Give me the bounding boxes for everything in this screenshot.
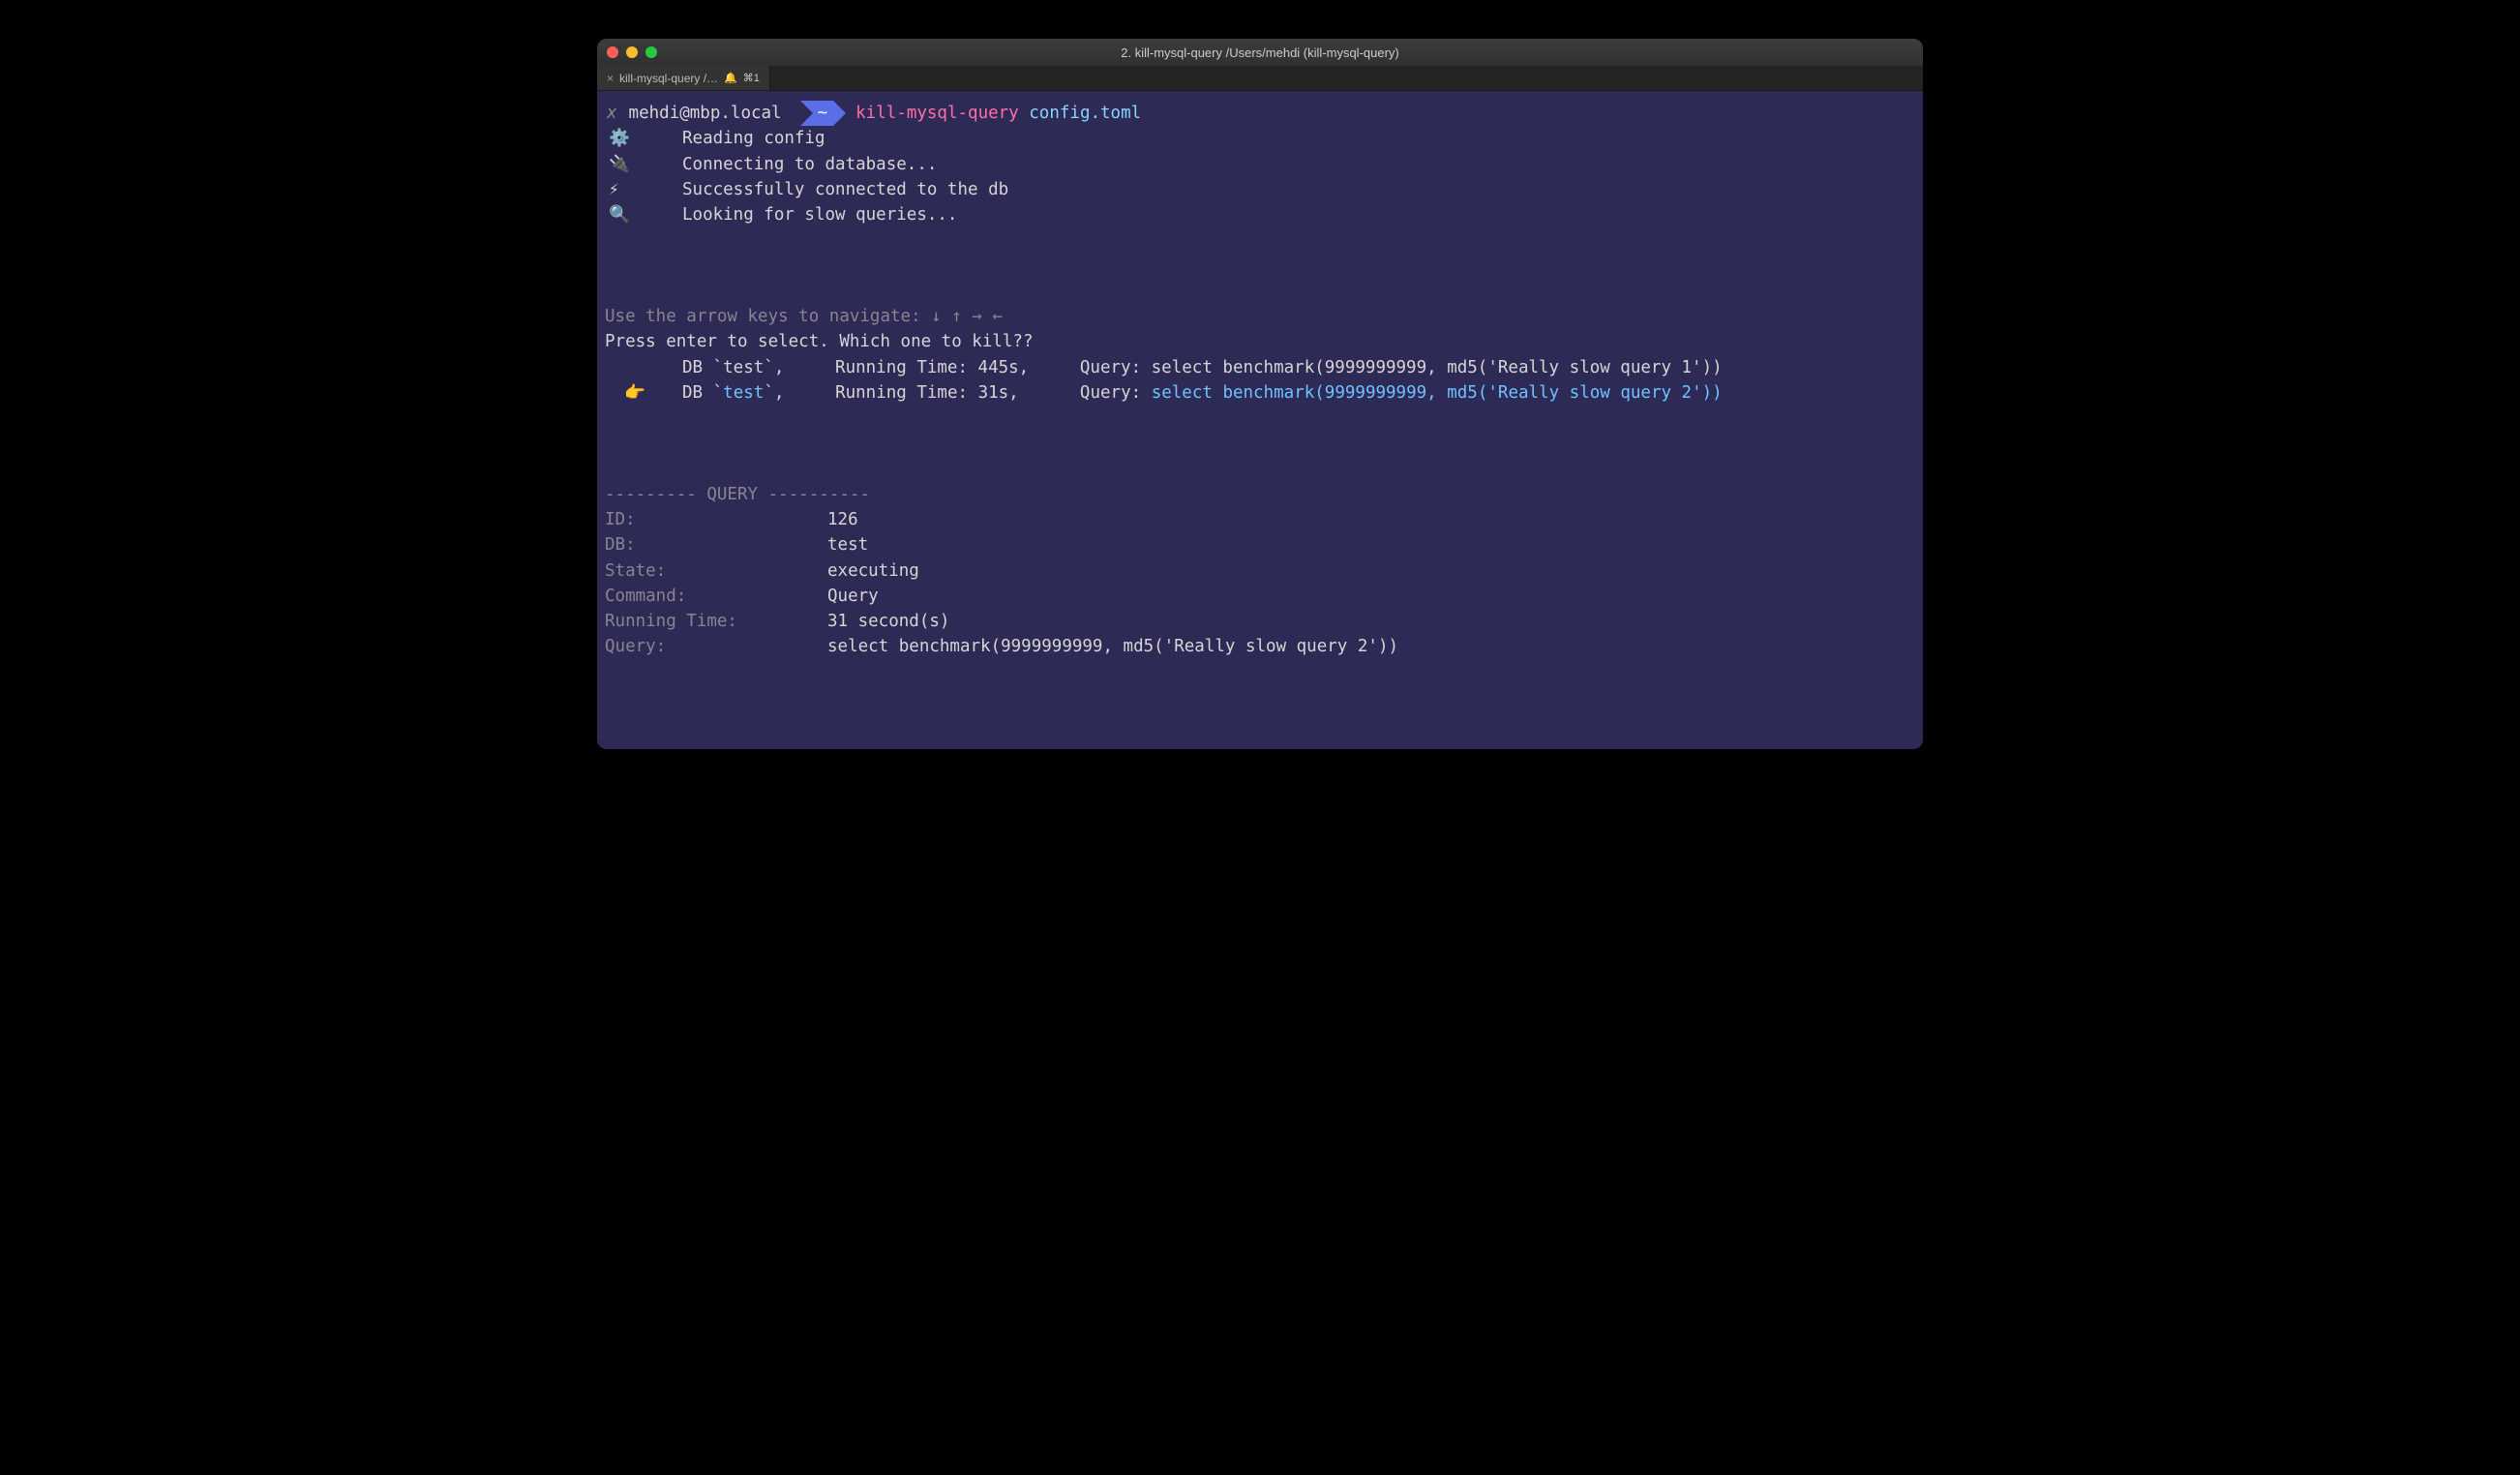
status-text: Looking for slow queries... <box>682 202 957 227</box>
gear-icon: ⚙️ <box>605 126 682 151</box>
status-line: ⚡Successfully connected to the db <box>605 177 1915 202</box>
select-prompt: Press enter to select. Which one to kill… <box>605 329 1915 354</box>
detail-key: DB: <box>605 532 827 557</box>
detail-key: ID: <box>605 507 827 532</box>
prompt-x: x <box>605 101 623 126</box>
terminal-window: 2. kill-mysql-query /Users/mehdi (kill-m… <box>597 39 1923 749</box>
detail-val: select benchmark(9999999999, md5('Really… <box>827 634 1398 659</box>
prompt-cwd-segment: ~ <box>788 101 847 126</box>
prompt-line: xmehdi@mbp.local~kill-mysql-query config… <box>605 101 1915 126</box>
window-title: 2. kill-mysql-query /Users/mehdi (kill-m… <box>597 45 1923 60</box>
bell-icon: 🔔 <box>724 72 737 84</box>
tab-bar: × kill-mysql-query /… 🔔 ⌘1 <box>597 66 1923 91</box>
detail-row: State:executing <box>605 558 1915 584</box>
detail-val: 126 <box>827 507 858 532</box>
detail-val: test <box>827 532 868 557</box>
detail-val: executing <box>827 558 919 584</box>
option-text: DB `test`, Running Time: 445s, Query: se… <box>682 355 1915 380</box>
terminal-content[interactable]: xmehdi@mbp.local~kill-mysql-query config… <box>597 91 1923 749</box>
pointer-icon: 👉 <box>605 380 682 406</box>
minimize-icon[interactable] <box>626 46 638 58</box>
detail-row: Running Time:31 second(s) <box>605 609 1915 634</box>
detail-row: Command:Query <box>605 584 1915 609</box>
prompt-command: kill-mysql-query <box>846 101 1019 126</box>
tab-label: kill-mysql-query /… <box>619 72 718 85</box>
query-option-selected[interactable]: 👉DB `test`, Running Time: 31s, Query: se… <box>605 380 1915 406</box>
detail-val: 31 second(s) <box>827 609 949 634</box>
prompt-arg: config.toml <box>1029 101 1141 126</box>
plug-icon: 🔌 <box>605 152 682 177</box>
detail-key: State: <box>605 558 827 584</box>
chevron-right-icon <box>833 101 846 126</box>
detail-key: Running Time: <box>605 609 827 634</box>
detail-val: Query <box>827 584 879 609</box>
prompt-host: mehdi@mbp.local <box>623 101 788 126</box>
maximize-icon[interactable] <box>645 46 657 58</box>
detail-row: DB:test <box>605 532 1915 557</box>
search-icon: 🔍 <box>605 202 682 227</box>
close-icon[interactable] <box>607 46 618 58</box>
bolt-icon: ⚡ <box>605 177 682 202</box>
nav-hint: Use the arrow keys to navigate: ↓ ↑ → ← <box>605 304 1915 329</box>
detail-row: ID:126 <box>605 507 1915 532</box>
status-line: 🔍Looking for slow queries... <box>605 202 1915 227</box>
tab-kill-mysql-query[interactable]: × kill-mysql-query /… 🔔 ⌘1 <box>597 66 770 90</box>
option-text: DB `test`, Running Time: 31s, Query: sel… <box>682 380 1915 406</box>
status-text: Connecting to database... <box>682 152 937 177</box>
traffic-lights <box>607 46 657 58</box>
status-line: ⚙️Reading config <box>605 126 1915 151</box>
pointer-icon <box>605 355 682 380</box>
detail-key: Query: <box>605 634 827 659</box>
query-divider: --------- QUERY ---------- <box>605 482 1915 507</box>
query-option[interactable]: DB `test`, Running Time: 445s, Query: se… <box>605 355 1915 380</box>
titlebar[interactable]: 2. kill-mysql-query /Users/mehdi (kill-m… <box>597 39 1923 66</box>
detail-key: Command: <box>605 584 827 609</box>
detail-row: Query:select benchmark(9999999999, md5('… <box>605 634 1915 659</box>
tab-badge: ⌘1 <box>743 72 760 84</box>
status-text: Successfully connected to the db <box>682 177 1008 202</box>
status-line: 🔌Connecting to database... <box>605 152 1915 177</box>
status-text: Reading config <box>682 126 825 151</box>
tab-close-icon[interactable]: × <box>607 72 614 85</box>
